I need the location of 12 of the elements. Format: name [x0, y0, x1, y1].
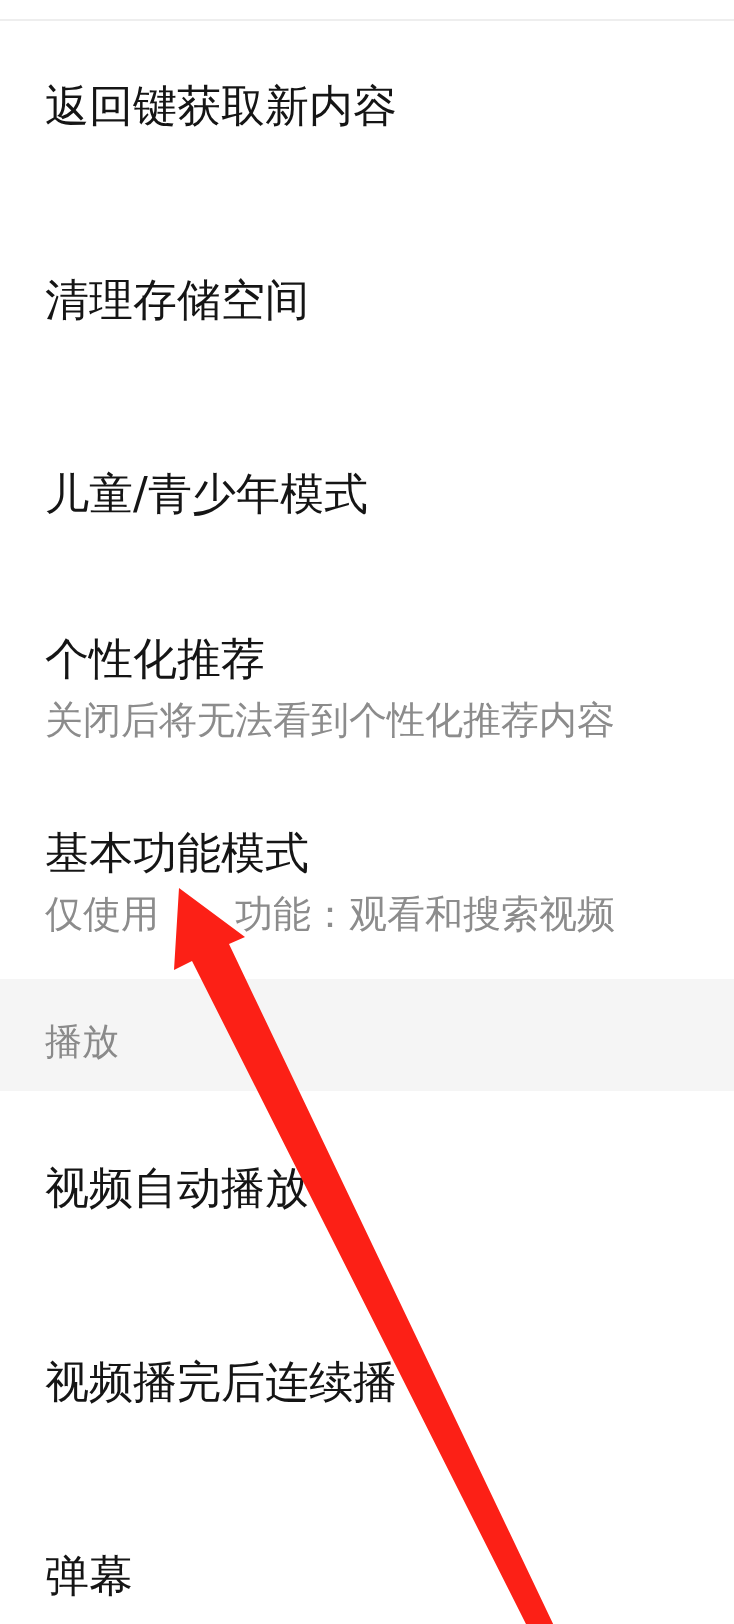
section-header: 播放 — [0, 979, 734, 1091]
setting-description: 关闭后将无法看到个性化推荐内容 — [45, 697, 615, 743]
settings-item[interactable]: 弹幕 — [45, 1550, 133, 1602]
settings-item[interactable]: 个性化推荐 — [45, 633, 265, 685]
setting-description: 仅使用 — [45, 891, 159, 937]
settings-item[interactable]: 基本功能模式 — [45, 827, 309, 879]
settings-item[interactable]: 返回键获取新内容 — [45, 80, 397, 132]
settings-item[interactable]: 儿童/青少年模式 — [45, 468, 368, 520]
settings-item[interactable]: 视频自动播放 — [45, 1162, 309, 1214]
settings-item[interactable]: 视频播完后连续播 — [45, 1356, 397, 1408]
settings-item[interactable]: 清理存储空间 — [45, 274, 309, 326]
setting-description: 功能：观看和搜索视频 — [235, 891, 615, 937]
